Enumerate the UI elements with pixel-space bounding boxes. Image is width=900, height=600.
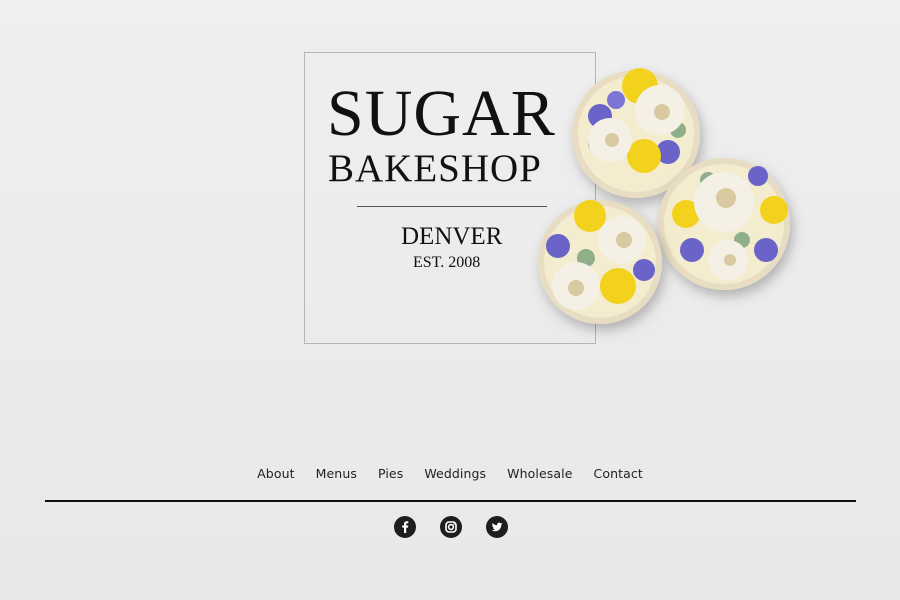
- nav-weddings[interactable]: Weddings: [424, 466, 486, 481]
- instagram-icon[interactable]: [440, 516, 462, 538]
- brand-city: DENVER: [401, 223, 503, 250]
- facebook-icon[interactable]: [394, 516, 416, 538]
- twitter-icon[interactable]: [486, 516, 508, 538]
- brand-name-line2: BAKESHOP: [328, 147, 542, 190]
- nav-wholesale[interactable]: Wholesale: [507, 466, 572, 481]
- nav-pies[interactable]: Pies: [378, 466, 403, 481]
- cupcakes-image: [538, 68, 790, 324]
- nav-menus[interactable]: Menus: [316, 466, 357, 481]
- brand-divider: [357, 206, 547, 207]
- social-links: [394, 516, 508, 538]
- cupcake-right: [658, 158, 790, 290]
- footer-divider: [45, 500, 856, 502]
- nav-contact[interactable]: Contact: [594, 466, 643, 481]
- brand-name-line1: SUGAR: [327, 77, 556, 150]
- main-nav: About Menus Pies Weddings Wholesale Cont…: [0, 466, 900, 481]
- brand-established: EST. 2008: [413, 254, 481, 271]
- nav-about[interactable]: About: [257, 466, 294, 481]
- cupcake-bottom: [538, 200, 662, 324]
- page: SUGAR BAKESHOP DENVER EST. 2008 About Me…: [0, 0, 900, 600]
